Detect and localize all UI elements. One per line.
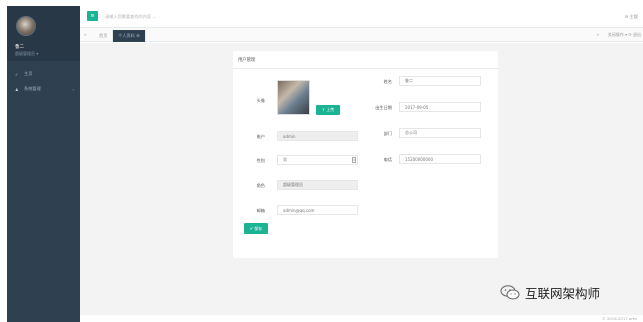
watermark: 互联网架构师 [500,283,600,302]
wechat-icon [500,285,520,300]
account-label: 账户 [256,134,265,139]
email-label: 邮箱 [256,208,265,213]
name-field[interactable]: 鲁二 [399,76,481,86]
account-field[interactable]: admin [277,131,358,141]
check-icon: ✓ [15,71,19,77]
panel-title: 用户管理 [238,58,256,63]
department-field[interactable]: 总公司 [399,128,481,138]
top-bar: ≡ 请输入您需要查找的内容 ... ⊟ 主题 [80,6,643,28]
department-label: 部门 [383,131,392,136]
user-role-dropdown[interactable]: 超级管理员 ▾ [15,51,38,57]
gender-value: 男 [283,157,287,162]
logout-button[interactable]: ⟳ 退出 [628,32,641,38]
tabs-bar: « 首页 个人资料 ⊗ » 关闭操作 ▾ ⟳ 退出 [80,28,643,42]
role-field[interactable]: 超级管理员 [277,180,358,190]
profile-photo [277,80,310,115]
close-tabs-dropdown[interactable]: 关闭操作 ▾ [608,32,627,38]
footer-copyright: © 2016-2017 ares [601,316,637,321]
user-name: 鲁二 [15,45,24,50]
tab-profile[interactable]: 个人资料 ⊗ [113,30,146,42]
save-button[interactable]: ✔ 保存 [244,223,268,234]
tab-prev-icon[interactable]: « [84,32,86,37]
chevron-left-icon: ‹ [72,86,74,92]
email-field[interactable]: admin@qq.com [277,205,358,215]
birthday-label: 出生日期 [375,105,392,110]
user-icon: ♟ [15,86,19,92]
sidebar-item-system[interactable]: ♟ 系统管理 ‹ [7,83,80,95]
divider [233,68,498,69]
role-label: 角色 [256,183,265,188]
sidebar-item-label: 主页 [24,71,33,76]
user-form-panel: 用户管理 头像 ⇪ 上传 账户 admin 性别 男 ⇕ 角色 超级管理员 邮箱… [233,51,498,258]
sidebar-item-home[interactable]: ✓ 主页 [7,68,80,80]
chevron-updown-icon: ⇕ [352,157,356,163]
sidebar: 鲁二 超级管理员 ▾ ✓ 主页 ♟ 系统管理 ‹ [7,6,80,322]
watermark-text: 互联网架构师 [525,286,601,301]
tab-home[interactable]: 首页 [94,30,114,42]
avatar-label: 头像 [256,98,265,103]
search-input[interactable]: 请输入您需要查找的内容 ... [105,14,156,20]
tab-next-icon[interactable]: » [597,32,599,37]
name-label: 姓名 [383,79,392,84]
profile-area: 鲁二 超级管理员 ▾ [7,6,80,61]
birthday-field[interactable]: 2017-09-05 [399,102,481,112]
avatar[interactable] [16,16,36,36]
phone-field[interactable]: 15200000000 [399,154,481,164]
gender-label: 性别 [256,158,265,163]
upload-button[interactable]: ⇪ 上传 [316,105,340,115]
phone-label: 电话 [383,157,392,162]
sidebar-item-label: 系统管理 [24,86,41,91]
menu-toggle-button[interactable]: ≡ [87,11,98,21]
gender-select[interactable]: 男 ⇕ [277,155,358,165]
main-content: 用户管理 头像 ⇪ 上传 账户 admin 性别 男 ⇕ 角色 超级管理员 邮箱… [80,43,643,315]
theme-button[interactable]: ⊟ 主题 [625,14,638,20]
